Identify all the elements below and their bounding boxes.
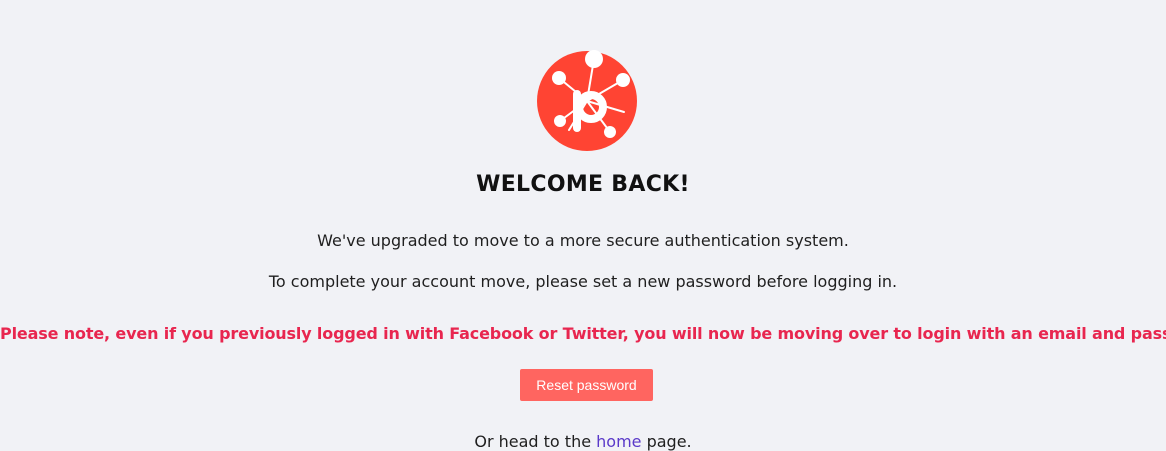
instruction-message: To complete your account move, please se…: [268, 272, 898, 291]
footer-prefix: Or head to the: [474, 432, 597, 451]
reset-password-button[interactable]: Reset password: [520, 369, 653, 401]
upgrade-message: We've upgraded to move to a more secure …: [317, 231, 849, 250]
footer-text: Or head to the home page.: [0, 432, 1166, 451]
page-title: WELCOME BACK!: [476, 172, 690, 197]
footer-suffix: page.: [646, 432, 692, 451]
login-notice: Please note, even if you previously logg…: [0, 324, 1166, 343]
network-p-logo-icon: [537, 50, 637, 151]
home-link[interactable]: home: [596, 432, 641, 451]
app-logo: [536, 50, 638, 152]
